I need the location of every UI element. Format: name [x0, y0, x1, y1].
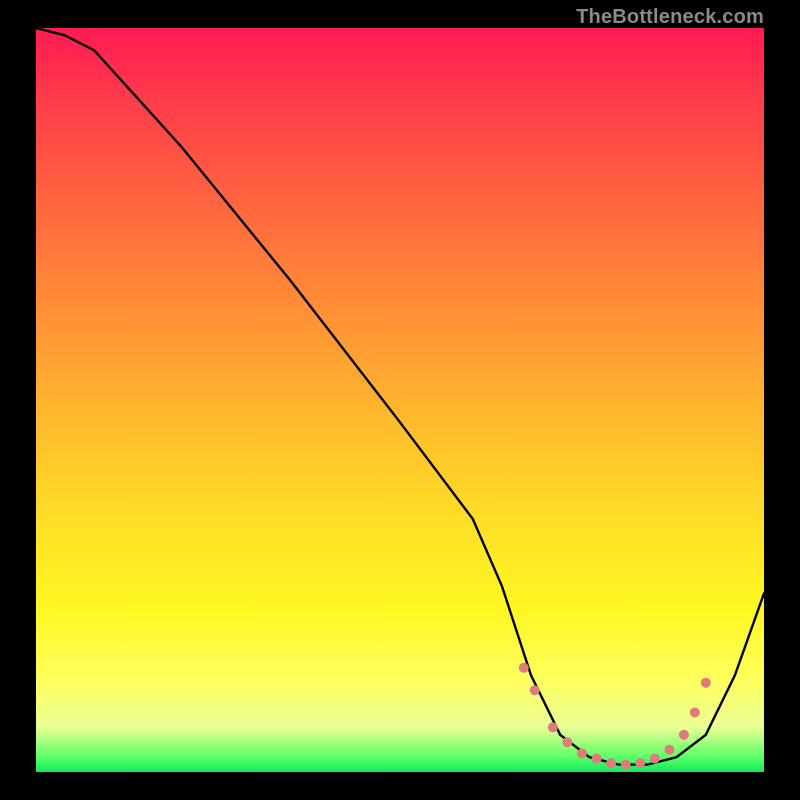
chart-svg — [36, 28, 764, 772]
valley-marker — [530, 685, 540, 695]
bottleneck-curve-path — [36, 28, 764, 765]
valley-marker — [592, 754, 602, 764]
valley-marker — [548, 722, 558, 732]
chart-frame: TheBottleneck.com — [0, 0, 800, 800]
valley-marker — [635, 758, 645, 768]
valley-marker — [562, 737, 572, 747]
valley-marker — [650, 754, 660, 764]
valley-marker — [606, 758, 616, 768]
plot-area — [36, 28, 764, 772]
valley-marker — [664, 745, 674, 755]
valley-marker — [679, 730, 689, 740]
valley-marker — [519, 663, 529, 673]
valley-marker — [690, 708, 700, 718]
valley-marker — [621, 760, 631, 770]
valley-marker — [701, 678, 711, 688]
watermark-text: TheBottleneck.com — [576, 6, 764, 29]
valley-marker — [577, 748, 587, 758]
